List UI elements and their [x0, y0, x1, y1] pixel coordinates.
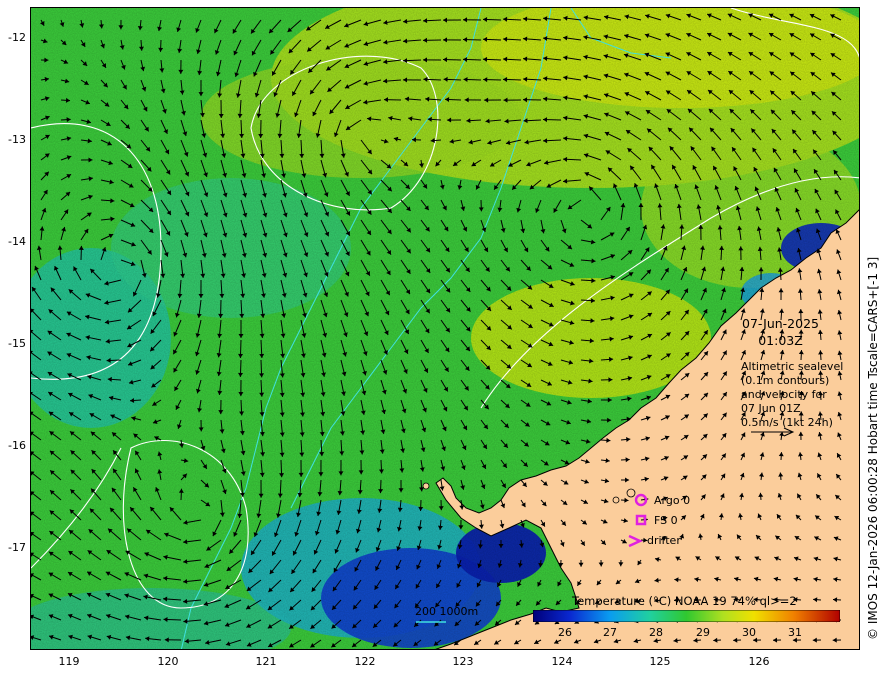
lat-tick: -17	[8, 541, 26, 554]
lat-tick: -12	[8, 31, 26, 44]
drifter-chevron-icon	[628, 534, 643, 548]
date-text: 07-Jun-2025	[742, 316, 819, 331]
lat-tick: -16	[8, 439, 26, 452]
colorbar-tick: 31	[788, 626, 802, 639]
velocity-description: Altimetric sealevel (0.1m contours) and …	[741, 360, 843, 430]
desc-line: 07 Jun 01Z	[741, 402, 801, 415]
lon-tick: 124	[551, 655, 573, 668]
colorbar-tick: 29	[696, 626, 710, 639]
lon-tick: 120	[157, 655, 179, 668]
colorbar	[533, 610, 840, 622]
lon-tick: 122	[354, 655, 376, 668]
fs-label: FS 0	[654, 514, 678, 527]
lon-tick: 123	[452, 655, 474, 668]
colorbar-tick: 27	[603, 626, 617, 639]
lat-tick: -13	[8, 133, 26, 146]
drifter-label: drifter	[647, 534, 681, 547]
lon-tick: 119	[58, 655, 80, 668]
argo-circle-icon	[634, 493, 648, 507]
desc-line: Altimetric sealevel	[741, 360, 844, 373]
colorbar-tick: 28	[649, 626, 663, 639]
time-text: 01:03Z	[758, 333, 803, 348]
fs-square-icon	[635, 514, 647, 526]
lon-tick: 121	[255, 655, 277, 668]
credit-text: © IMOS 12-Jan-2026 06:00:28 Hobart time …	[866, 256, 880, 640]
lon-tick: 126	[748, 655, 770, 668]
colorbar-tick: 30	[742, 626, 756, 639]
lat-tick: -15	[8, 337, 26, 350]
velocity-scale-arrow-icon	[751, 427, 795, 437]
colorbar-title: Temperature (°C) NOAA 19 74% ql>=2	[572, 594, 797, 608]
colorbar-tick: 26	[558, 626, 572, 639]
lon-tick: 125	[649, 655, 671, 668]
date-stamp: 07-Jun-2025 01:03Z	[733, 315, 828, 349]
desc-line: (0.1m contours)	[741, 374, 830, 387]
lat-tick: -14	[8, 235, 26, 248]
argo-label: Argo 0	[654, 494, 691, 507]
bathymetry-scale-label: 200 1000m	[415, 605, 479, 618]
desc-line: and velocity for	[741, 388, 827, 401]
